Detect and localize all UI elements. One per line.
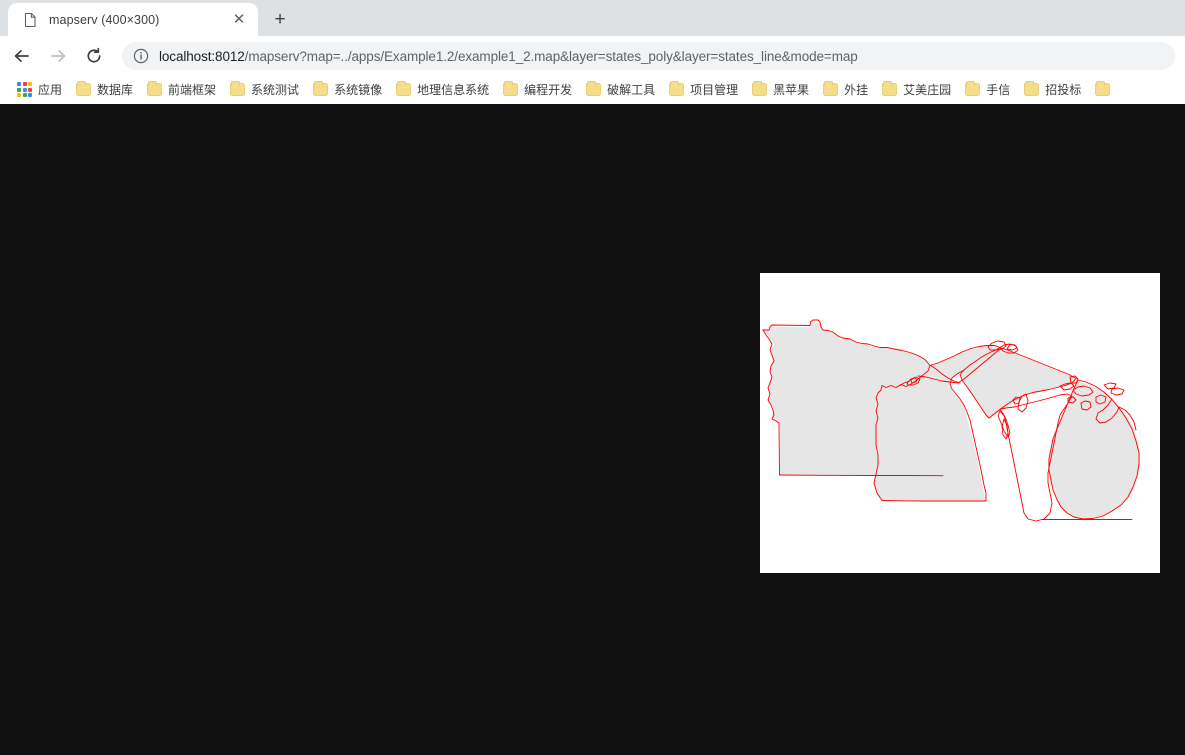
bookmark-item[interactable]: 手信 [958, 79, 1017, 101]
address-bar[interactable]: localhost:8012/mapserv?map=../apps/Examp… [122, 42, 1175, 70]
close-icon[interactable]: ✕ [229, 10, 249, 30]
bookmark-item[interactable]: 数据库 [69, 79, 140, 101]
bookmark-label: 系统测试 [251, 83, 300, 97]
tab-title: mapserv (400×300) [49, 12, 160, 27]
bookmark-label: 招投标 [1045, 83, 1082, 97]
browser-toolbar: localhost:8012/mapserv?map=../apps/Examp… [0, 36, 1185, 76]
bookmark-item[interactable]: 项目管理 [662, 79, 745, 101]
bookmarks-bar: 应用 数据库 前端框架 系统测试 系统镜像 地理信息系统 编程开发 破解工具 项目管理 黑苹果 外挂… [0, 76, 1185, 104]
address-bar-url: localhost:8012/mapserv?map=../apps/Examp… [159, 49, 858, 64]
bookmark-item[interactable]: 系统镜像 [306, 79, 389, 101]
url-host: localhost:8012 [159, 48, 245, 64]
bookmark-label: 项目管理 [690, 83, 739, 97]
bookmark-item[interactable]: 艾美庄园 [875, 79, 958, 101]
folder-icon [503, 81, 519, 96]
mapserver-map-image[interactable] [760, 273, 1160, 573]
url-path: /mapserv?map=../apps/Example1.2/example1… [244, 48, 858, 64]
folder-icon [1095, 81, 1111, 96]
folder-icon [823, 81, 839, 96]
bookmark-item[interactable]: 黑苹果 [745, 79, 816, 101]
bookmark-label: 系统镜像 [334, 83, 383, 97]
folder-icon [396, 81, 412, 96]
apps-grid-icon [17, 82, 32, 97]
folder-icon [147, 81, 163, 96]
bookmark-label: 编程开发 [524, 83, 573, 97]
folder-icon [752, 81, 768, 96]
map-svg [760, 273, 1160, 573]
bookmark-label: 数据库 [97, 83, 134, 97]
new-tab-icon[interactable]: + [266, 5, 294, 33]
bookmark-item[interactable]: 招投标 [1017, 79, 1088, 101]
folder-icon [669, 81, 685, 96]
folder-icon [76, 81, 92, 96]
folder-icon [965, 81, 981, 96]
bookmark-label: 手信 [986, 83, 1011, 97]
tab-mapserv[interactable]: mapserv (400×300) ✕ [8, 3, 258, 36]
bookmark-item[interactable]: 破解工具 [579, 79, 662, 101]
bookmark-item[interactable]: 编程开发 [496, 79, 579, 101]
info-circle-icon[interactable] [132, 47, 150, 65]
bookmark-label: 黑苹果 [773, 83, 810, 97]
forward-icon[interactable] [42, 40, 74, 72]
bookmark-item[interactable]: 系统测试 [223, 79, 306, 101]
folder-icon [1024, 81, 1040, 96]
bookmark-label: 外挂 [844, 83, 869, 97]
browser-window: mapserv (400×300) ✕ + localhost:8012/map… [0, 0, 1185, 755]
state-minnesota-south-outline [779, 474, 944, 477]
back-icon[interactable] [6, 40, 38, 72]
page-icon [22, 12, 38, 28]
bookmark-label: 地理信息系统 [417, 83, 490, 97]
folder-icon [586, 81, 602, 96]
bookmark-item[interactable] [1088, 79, 1117, 101]
bookmark-item[interactable]: 应用 [10, 79, 69, 101]
bookmark-label: 艾美庄园 [903, 83, 952, 97]
folder-icon [313, 81, 329, 96]
bookmark-item[interactable]: 外挂 [816, 79, 875, 101]
folder-icon [230, 81, 246, 96]
folder-icon [882, 81, 898, 96]
page-viewport [0, 104, 1185, 755]
bookmark-item[interactable]: 前端框架 [140, 79, 223, 101]
reload-icon[interactable] [78, 40, 110, 72]
bookmark-label: 破解工具 [607, 83, 656, 97]
bookmark-label: 应用 [38, 83, 63, 97]
bookmark-label: 前端框架 [168, 83, 217, 97]
bookmark-item[interactable]: 地理信息系统 [389, 79, 496, 101]
tab-strip: mapserv (400×300) ✕ + [0, 0, 1185, 36]
